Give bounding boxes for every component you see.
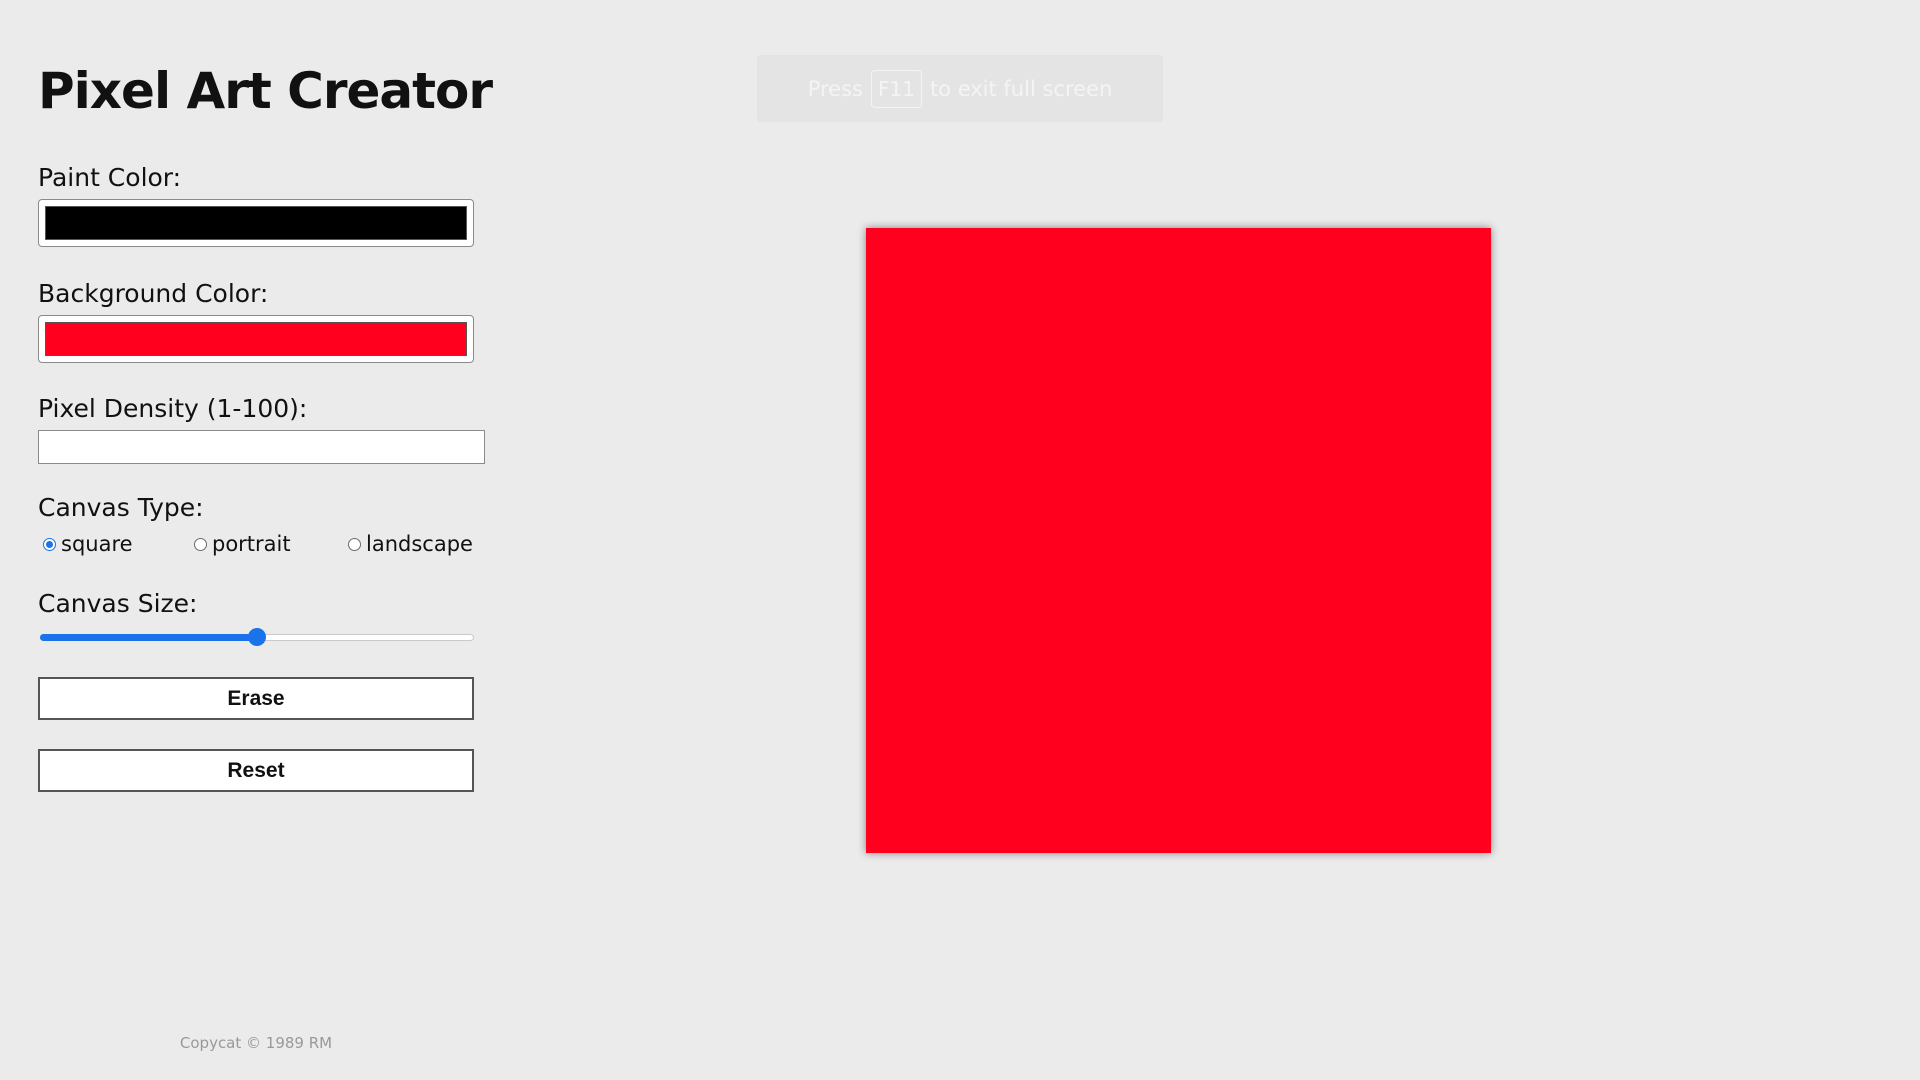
- footer-copyright: Copycat © 1989 RM: [179, 1034, 333, 1052]
- radio-landscape[interactable]: [348, 537, 361, 551]
- background-color-label: Background Color:: [38, 279, 269, 308]
- pixel-art-app: Pixel Art Creator Paint Color: Backgroun…: [0, 0, 1920, 1080]
- reset-button[interactable]: Reset: [38, 749, 474, 792]
- f11-key: F11: [870, 69, 922, 108]
- canvas-type-square-option[interactable]: square: [43, 532, 133, 556]
- canvas-type-label: Canvas Type:: [38, 493, 204, 522]
- drawing-canvas[interactable]: [866, 228, 1491, 853]
- canvas-type-landscape-option[interactable]: landscape: [348, 532, 473, 556]
- erase-button[interactable]: Erase: [38, 677, 474, 720]
- fullscreen-notice-prefix: Press: [807, 76, 863, 101]
- pixel-density-label: Pixel Density (1-100):: [38, 394, 308, 423]
- pixel-density-input[interactable]: [38, 430, 485, 464]
- canvas-size-slider[interactable]: [40, 628, 474, 646]
- paint-color-picker[interactable]: [38, 199, 474, 247]
- background-color-swatch: [45, 322, 467, 356]
- radio-square[interactable]: [43, 537, 56, 551]
- slider-fill: [40, 634, 257, 641]
- canvas-size-label: Canvas Size:: [38, 589, 198, 618]
- canvas-type-portrait-option[interactable]: portrait: [194, 532, 291, 556]
- fullscreen-notice: Press F11 to exit full screen: [757, 55, 1163, 122]
- radio-square-label: square: [61, 532, 133, 556]
- background-color-picker[interactable]: [38, 315, 474, 363]
- paint-color-label: Paint Color:: [38, 163, 182, 192]
- page-title: Pixel Art Creator: [38, 62, 493, 120]
- slider-thumb[interactable]: [248, 628, 266, 646]
- fullscreen-notice-suffix: to exit full screen: [929, 76, 1113, 101]
- radio-landscape-label: landscape: [366, 532, 473, 556]
- radio-portrait[interactable]: [194, 537, 207, 551]
- paint-color-swatch: [45, 206, 467, 240]
- radio-portrait-label: portrait: [212, 532, 291, 556]
